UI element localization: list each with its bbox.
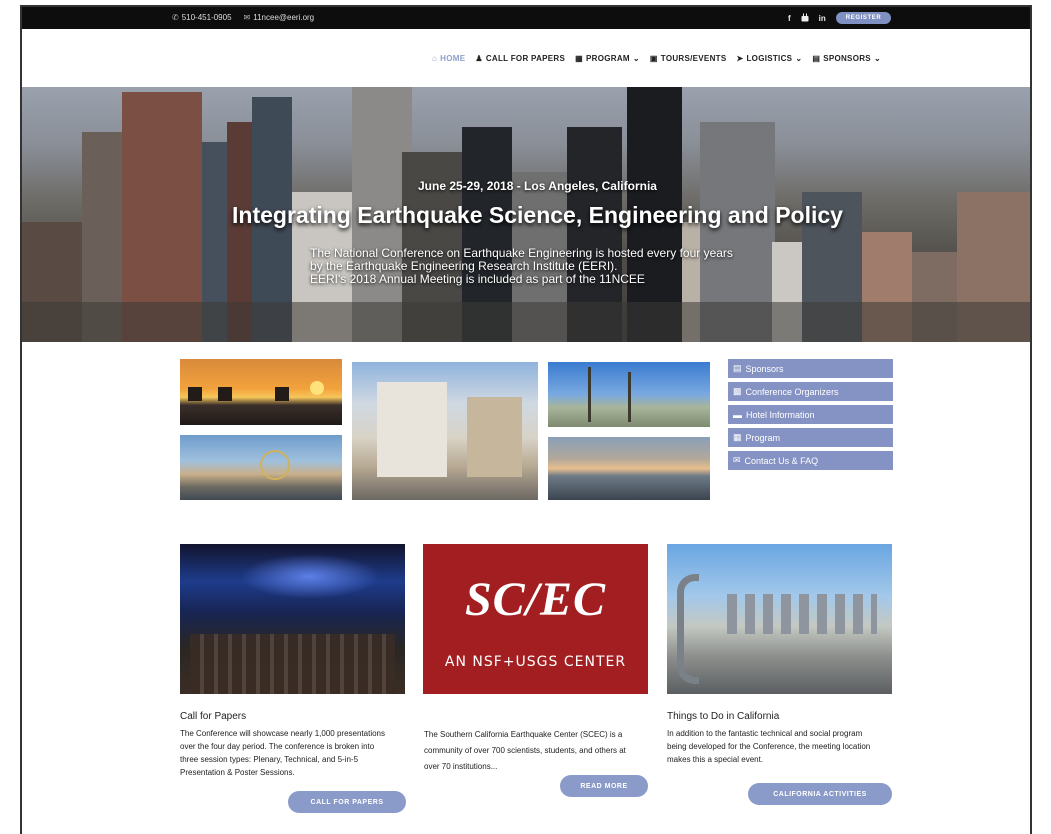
chevron-down-icon: ⌄: [795, 54, 803, 63]
bed-icon: ▬: [733, 409, 742, 420]
things-to-do-title: Things to Do in California: [667, 711, 780, 722]
feature-text-line: In addition to the fantastic technical a…: [667, 729, 863, 738]
nav-label: TOURS/EVENTS: [660, 54, 727, 63]
quick-link-conference-organizers[interactable]: ▩ Conference Organizers: [728, 382, 893, 401]
california-activities-button[interactable]: CALIFORNIA ACTIVITIES: [748, 783, 892, 805]
email-address: 11ncee@eeri.org: [253, 13, 315, 22]
phone-number: 510-451-0905: [181, 13, 232, 22]
nav-item-call-for-papers[interactable]: ♟ CALL FOR PAPERS: [475, 54, 565, 63]
call-for-papers-text: The Conference will showcase nearly 1,00…: [180, 727, 410, 779]
feature-text-line: makes this a special event.: [667, 755, 764, 764]
calendar-icon: ▦: [575, 54, 584, 63]
nav-label: LOGISTICS: [746, 54, 793, 63]
nav-item-program[interactable]: ▦ PROGRAM ⌄: [575, 54, 640, 63]
rodeo-drive-photo[interactable]: [352, 362, 538, 500]
feature-text-line: over the four day period. The conference…: [180, 742, 375, 751]
nav-item-logistics[interactable]: ➤ LOGISTICS ⌄: [736, 54, 802, 63]
document-icon: ▤: [733, 363, 742, 373]
social-links: f in REGISTER: [788, 12, 892, 24]
quick-links-menu: ▤ Sponsors ▩ Conference Organizers ▬ Hotel …: [728, 359, 893, 474]
facebook-icon[interactable]: f: [788, 14, 791, 23]
envelope-icon: ✉: [733, 455, 741, 465]
page-frame: ✆ 510-451-0905 ✉ 11ncee@eeri.org f in REGI…: [20, 5, 1032, 834]
read-more-button[interactable]: READ MORE: [560, 775, 648, 797]
hero-text: June 25-29, 2018 - Los Angeles, Californ…: [22, 87, 1030, 342]
event-date: June 25-29, 2018 - Los Angeles, Californ…: [418, 179, 657, 193]
linkedin-icon[interactable]: in: [819, 14, 826, 23]
call-for-papers-button[interactable]: CALL FOR PAPERS: [288, 791, 406, 813]
california-sign-photo[interactable]: [667, 544, 892, 694]
users-icon: ♟: [475, 54, 483, 63]
scec-logo-image[interactable]: SC/EC AN NSF+USGS CENTER: [423, 544, 648, 694]
send-icon: ➤: [736, 54, 744, 63]
calendar-icon: ▦: [733, 432, 742, 442]
quick-link-label: Sponsors: [745, 363, 784, 374]
chevron-down-icon: ⌄: [873, 54, 881, 63]
document-icon: ▤: [812, 54, 821, 63]
organizers-icon: ▩: [733, 386, 742, 396]
quick-link-contact-faq[interactable]: ✉ Contact Us & FAQ: [728, 451, 893, 470]
call-for-papers-title: Call for Papers: [180, 711, 247, 722]
quick-link-label: Program: [745, 432, 781, 443]
chevron-down-icon: ⌄: [632, 54, 640, 63]
nav-label: CALL FOR PAPERS: [485, 54, 566, 63]
youtube-icon[interactable]: [801, 13, 809, 24]
nav-item-home[interactable]: ⌂ HOME: [432, 54, 465, 63]
top-bar: ✆ 510-451-0905 ✉ 11ncee@eeri.org f in REGI…: [22, 7, 1030, 29]
feature-text-line: The Southern California Earthquake Cente…: [424, 730, 623, 739]
email-link[interactable]: ✉ 11ncee@eeri.org: [244, 13, 315, 22]
conference-audience-photo[interactable]: [180, 544, 405, 694]
ocean-sunset-photo[interactable]: [548, 437, 710, 500]
feature-text-line: over 70 institutions...: [424, 762, 498, 771]
nav-item-tours-events[interactable]: ▣ TOURS/EVENTS: [650, 54, 727, 63]
contact-info: ✆ 510-451-0905 ✉ 11ncee@eeri.org: [172, 13, 314, 22]
quick-link-hotel-information[interactable]: ▬ Hotel Information: [728, 405, 893, 424]
scec-text: The Southern California Earthquake Cente…: [424, 727, 659, 775]
phone-link[interactable]: ✆ 510-451-0905: [172, 13, 232, 22]
hero-banner: June 25-29, 2018 - Los Angeles, Californ…: [22, 87, 1030, 342]
home-icon: ⌂: [432, 54, 438, 63]
feature-text-line: three session types: Plenary, Technical,…: [180, 755, 359, 764]
scec-logo-text: SC/EC: [464, 573, 607, 626]
hero-desc-line: EERI's 2018 Annual Meeting is included a…: [310, 272, 645, 286]
phone-icon: ✆: [172, 13, 179, 22]
things-to-do-text: In addition to the fantastic technical a…: [667, 727, 902, 766]
santa-monica-pier-photo[interactable]: [180, 435, 342, 500]
feature-text-line: Presentation & Poster Sessions.: [180, 768, 295, 777]
nav-item-sponsors[interactable]: ▤ SPONSORS ⌄: [812, 54, 881, 63]
envelope-icon: ✉: [243, 13, 251, 22]
scec-subtitle: AN NSF+USGS CENTER: [444, 654, 627, 670]
feature-text-line: The Conference will showcase nearly 1,00…: [180, 729, 386, 738]
nav-label: PROGRAM: [586, 54, 630, 63]
feature-text-line: community of over 700 scientists, studen…: [424, 746, 626, 755]
quick-link-label: Hotel Information: [746, 409, 815, 420]
main-nav: ⌂ HOME ♟ CALL FOR PAPERS ▦ PROGRAM ⌄ ▣ TOURS/…: [22, 29, 1030, 87]
quick-link-label: Contact Us & FAQ: [744, 455, 819, 466]
feature-text-line: being developed for the Conference, the …: [667, 742, 871, 751]
hero-description: The National Conference on Earthquake En…: [310, 247, 770, 286]
palm-trees-promenade-photo[interactable]: [548, 362, 710, 427]
quick-link-sponsors[interactable]: ▤ Sponsors: [728, 359, 893, 378]
register-button[interactable]: REGISTER: [835, 12, 892, 24]
quick-link-program[interactable]: ▦ Program: [728, 428, 893, 447]
hero-title: Integrating Earthquake Science, Engineer…: [232, 202, 843, 228]
lifeguard-tower-sunset-photo[interactable]: [180, 359, 342, 425]
quick-link-label: Conference Organizers: [745, 386, 839, 397]
nav-label: SPONSORS: [823, 54, 871, 63]
nav-label: HOME: [440, 54, 466, 63]
image-icon: ▣: [649, 54, 658, 63]
